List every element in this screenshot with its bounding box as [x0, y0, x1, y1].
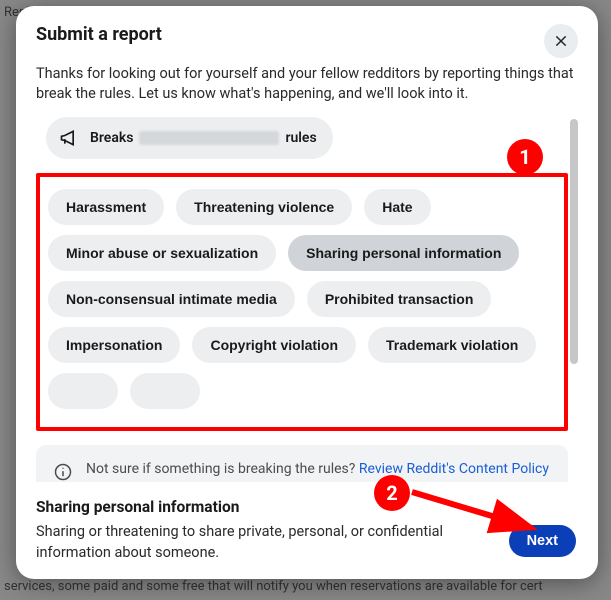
options-group: Harassment Threatening violence Hate Min… — [36, 173, 568, 431]
option-copyright[interactable]: Copyright violation — [192, 327, 356, 363]
option-trademark[interactable]: Trademark violation — [368, 327, 536, 363]
scrollbar-thumb[interactable] — [570, 119, 578, 364]
option-impersonation[interactable]: Impersonation — [48, 327, 180, 363]
scrollbar[interactable] — [570, 117, 578, 482]
option-prohibited-transaction[interactable]: Prohibited transaction — [307, 281, 492, 317]
option-threatening-violence[interactable]: Threatening violence — [176, 189, 352, 225]
option-minor-abuse[interactable]: Minor abuse or sexualization — [48, 235, 276, 271]
annotation-callout-2: 2 — [374, 475, 410, 511]
close-icon — [553, 33, 569, 49]
option-nonconsensual-intimate[interactable]: Non-consensual intimate media — [48, 281, 295, 317]
info-text: Not sure if something is breaking the ru… — [86, 459, 549, 482]
annotation-arrow — [402, 480, 562, 550]
close-button[interactable] — [544, 24, 578, 58]
option-sharing-personal-info[interactable]: Sharing personal information — [288, 235, 519, 271]
content-policy-card: Not sure if something is breaking the ru… — [36, 445, 568, 482]
modal-title: Submit a report — [36, 24, 162, 45]
options-scroll[interactable]: Breaks rules Harassment Threatening viol… — [36, 117, 568, 482]
breaks-suffix: rules — [285, 130, 316, 146]
modal-subtitle: Thanks for looking out for yourself and … — [36, 64, 578, 103]
option-cutoff[interactable] — [130, 373, 200, 409]
info-icon — [52, 461, 74, 482]
breaks-rules-chip[interactable]: Breaks rules — [46, 117, 333, 159]
option-hate[interactable]: Hate — [364, 189, 430, 225]
modal-header: Submit a report — [36, 24, 578, 58]
megaphone-icon — [56, 125, 82, 151]
breaks-prefix: Breaks — [90, 130, 133, 146]
option-cutoff[interactable] — [48, 373, 118, 409]
option-harassment[interactable]: Harassment — [48, 189, 164, 225]
annotation-callout-1: 1 — [507, 139, 543, 175]
redacted-name — [139, 131, 279, 145]
